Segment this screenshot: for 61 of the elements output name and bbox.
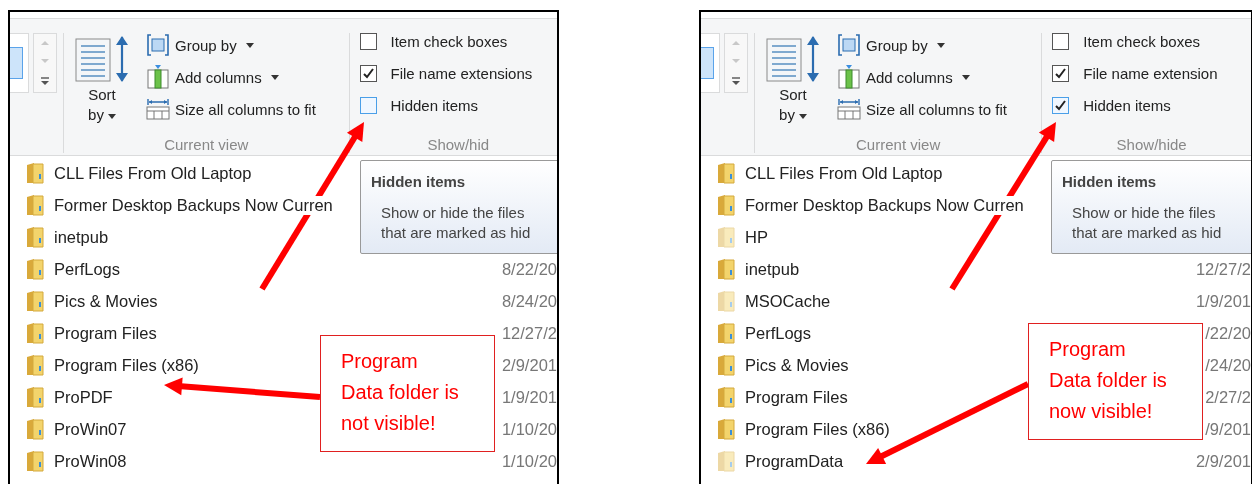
- caret-icon: [245, 42, 254, 48]
- checkmark-icon: [361, 67, 375, 80]
- more-icon[interactable]: [731, 76, 741, 86]
- group-label: Show/hid: [426, 136, 491, 153]
- date-modified: 8/22/20: [501, 259, 557, 279]
- caret-icon: [798, 113, 807, 119]
- date-modified: 1/10/20: [501, 419, 557, 439]
- add-columns-button[interactable]: Add columns: [146, 65, 316, 89]
- date-modified: 1/9/201: [1195, 291, 1251, 311]
- date-modified: 2/27/2: [1205, 387, 1251, 407]
- date-modified: 8/24/20: [501, 291, 557, 311]
- date-modified: /9/201: [1205, 419, 1251, 439]
- group-label: Show/hide: [1115, 136, 1188, 153]
- date-modified: 12/27/2: [501, 323, 557, 343]
- file-name[interactable]: Former Desktop Backups Now Curren: [745, 195, 1024, 215]
- checkbox-option[interactable]: Item check boxes: [359, 33, 557, 50]
- checkbox-option[interactable]: File name extension: [1052, 65, 1251, 82]
- checkbox-option[interactable]: Item check boxes: [1052, 33, 1251, 50]
- scroll-down-icon[interactable]: [731, 58, 741, 65]
- file-name[interactable]: Former Desktop Backups Now Curren: [54, 195, 333, 215]
- size-columns-button[interactable]: Size all columns to fit: [146, 97, 316, 121]
- scroll-up-icon[interactable]: [731, 40, 741, 47]
- date-modified: 1/9/201: [501, 387, 557, 407]
- fit-columns-icon: [146, 97, 170, 121]
- columns-icon: [837, 65, 861, 89]
- group-label: Current view: [163, 136, 250, 153]
- fit-columns-icon: [837, 97, 861, 121]
- checkbox-option[interactable]: Hidden items: [359, 97, 557, 114]
- scroll-down-icon[interactable]: [40, 58, 50, 65]
- more-icon[interactable]: [40, 76, 50, 86]
- caret-icon: [961, 74, 970, 80]
- size-columns-button[interactable]: Size all columns to fit: [837, 97, 1007, 121]
- caret-icon: [270, 74, 279, 80]
- group-icon: [146, 33, 170, 57]
- caret-icon: [936, 42, 945, 48]
- date-modified: 1/10/20: [501, 451, 557, 471]
- sort-button[interactable]: Sort by: [761, 33, 825, 125]
- date-modified: 12/27/2: [1195, 259, 1251, 279]
- group-by-button[interactable]: Group by: [146, 33, 316, 57]
- tooltip-title: Hidden items: [371, 173, 467, 190]
- date-modified: /22/20: [1205, 323, 1251, 343]
- add-columns-button[interactable]: Add columns: [837, 65, 1007, 89]
- checkbox-option[interactable]: Hidden items: [1052, 97, 1251, 114]
- checkmark-icon: [1054, 67, 1068, 80]
- caret-icon: [107, 113, 116, 119]
- group-label: Current view: [855, 136, 942, 153]
- tooltip-text: Show or hide the files that are marked as hid: [380, 203, 532, 243]
- group-by-button[interactable]: Group by: [837, 33, 1007, 57]
- tooltip-title: Hidden items: [1062, 173, 1158, 190]
- date-modified: 2/9/201: [501, 355, 557, 375]
- date-modified: 2/9/201: [1195, 451, 1251, 471]
- callout-box: Program Data folder is not visible!: [320, 335, 495, 452]
- tooltip-text: Show or hide the files that are marked as hid: [1071, 203, 1223, 243]
- callout-box: Program Data folder is now visible!: [1028, 323, 1203, 440]
- sort-button[interactable]: Sort by: [70, 33, 134, 125]
- scroll-up-icon[interactable]: [40, 40, 50, 47]
- checkbox-option[interactable]: File name extensions: [359, 65, 557, 82]
- date-modified: /24/20: [1205, 355, 1251, 375]
- group-icon: [837, 33, 861, 57]
- checkmark-icon: [1054, 99, 1068, 112]
- columns-icon: [146, 65, 170, 89]
